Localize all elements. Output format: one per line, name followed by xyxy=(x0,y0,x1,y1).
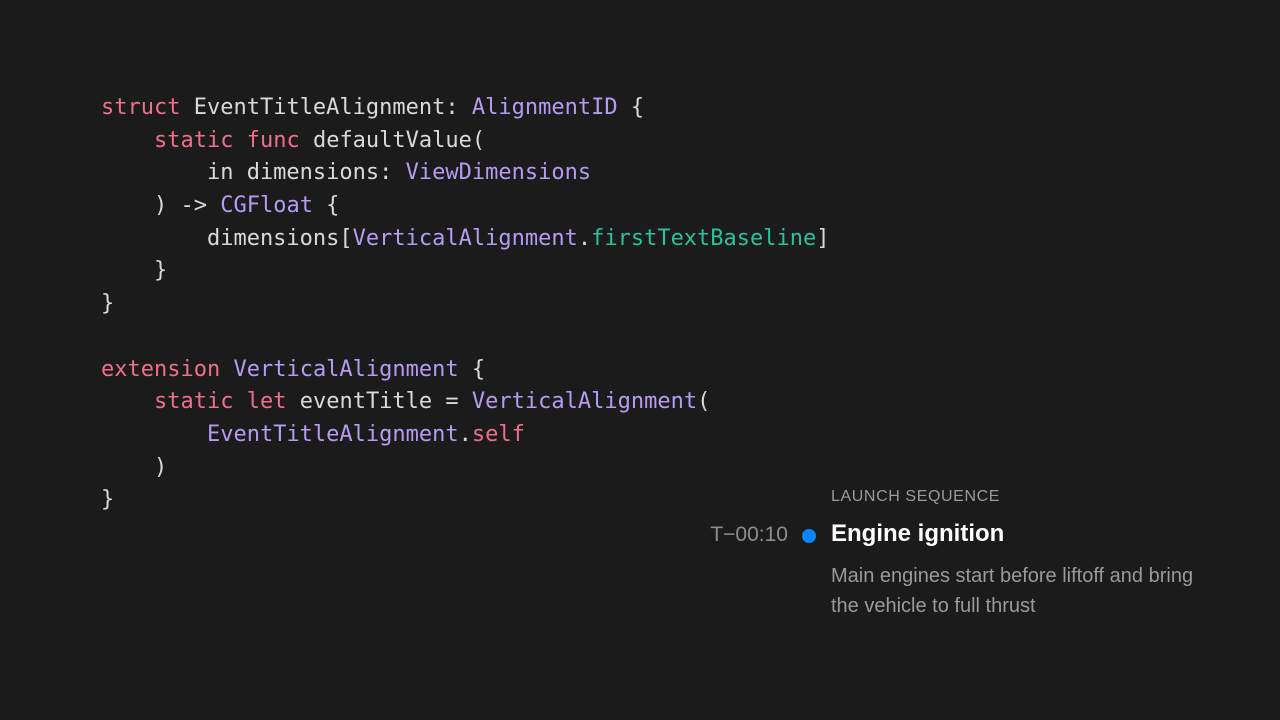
code-token-plain: { xyxy=(617,95,645,120)
event-description: Main engines start before liftoff and br… xyxy=(831,565,1194,617)
timeline-event: LAUNCH SEQUENCE T−00:10 Engine ignition … xyxy=(690,486,1250,626)
code-token-plain: { xyxy=(312,193,340,219)
code-line: EventTitleAlignment.self xyxy=(101,419,830,452)
code-line: } xyxy=(101,288,830,321)
code-token-type: AlignmentID xyxy=(471,95,618,120)
code-block: struct EventTitleAlignment: AlignmentID … xyxy=(101,92,830,517)
code-line: dimensions[VerticalAlignment.firstTextBa… xyxy=(101,223,830,256)
code-token-plain: eventTitle = xyxy=(286,389,472,415)
code-token-plain: EventTitleAlignment: xyxy=(180,95,472,120)
code-token-type: VerticalAlignment xyxy=(471,389,698,415)
code-token-plain: } xyxy=(101,487,115,513)
code-line: ) xyxy=(101,452,830,485)
code-token-keyword: static xyxy=(153,127,234,153)
code-token-keyword: self xyxy=(471,421,525,447)
code-token-type: EventTitleAlignment xyxy=(206,421,459,447)
code-line: static let eventTitle = VerticalAlignmen… xyxy=(101,386,830,419)
code-token-type: VerticalAlignment xyxy=(352,225,578,251)
code-token-plain: in dimensions: xyxy=(101,160,406,186)
code-token-plain: ( xyxy=(697,389,711,415)
code-line: extension VerticalAlignment { xyxy=(101,354,830,387)
code-token-plain: dimensions[ xyxy=(101,225,353,251)
code-token-plain: . xyxy=(458,421,472,447)
event-time: T−00:10 xyxy=(710,523,788,546)
timeline-dot-icon xyxy=(802,529,816,543)
section-label: LAUNCH SEQUENCE xyxy=(831,488,1001,505)
code-token-keyword: extension xyxy=(101,356,221,382)
code-line: static func defaultValue( xyxy=(101,125,830,158)
code-token-type: ViewDimensions xyxy=(405,160,592,186)
code-line: ) -> CGFloat { xyxy=(101,190,830,223)
code-line: } xyxy=(101,255,830,288)
code-token-keyword: static xyxy=(153,389,234,415)
code-line: struct EventTitleAlignment: AlignmentID … xyxy=(101,92,830,125)
code-line: in dimensions: ViewDimensions xyxy=(101,157,830,190)
code-token-keyword: let xyxy=(246,389,287,415)
code-token-plain: defaultValue( xyxy=(299,127,486,153)
code-token-plain: } xyxy=(101,258,168,284)
code-token-member: firstTextBaseline xyxy=(591,225,817,251)
code-token-plain: { xyxy=(458,356,486,382)
code-token-keyword: func xyxy=(246,127,300,153)
code-token-plain: } xyxy=(101,291,115,317)
code-token-keyword: struct xyxy=(101,95,181,120)
code-token-plain: ] xyxy=(816,225,830,251)
code-token-type: VerticalAlignment xyxy=(233,356,459,382)
code-token-type: CGFloat xyxy=(220,193,313,219)
code-token-plain: ) -> xyxy=(101,193,221,219)
code-token-plain: ) xyxy=(101,454,168,480)
event-title: Engine ignition xyxy=(831,520,1005,547)
code-token-plain: . xyxy=(577,225,592,251)
